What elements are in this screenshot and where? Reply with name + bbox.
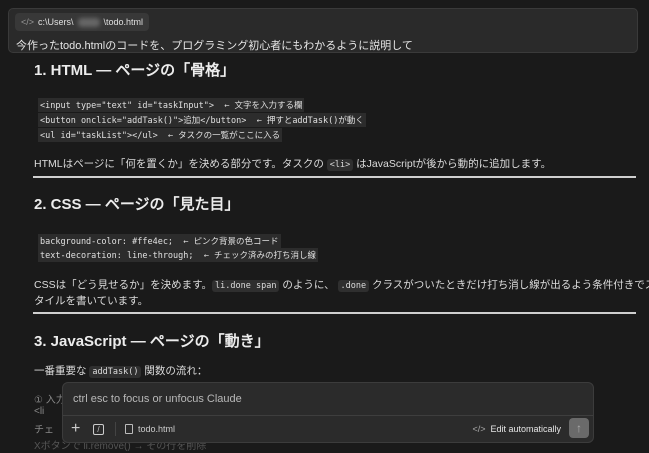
inline-code: addTask() [89, 366, 142, 378]
user-prompt-card: </> c:\Users\ \todo.html 今作ったtodo.htmlのコー… [8, 8, 638, 53]
code-icon: </> [472, 424, 486, 434]
message-input[interactable] [73, 393, 573, 405]
code-line: text-decoration: line-through; ← チェック済みの… [38, 248, 318, 262]
add-icon[interactable]: + [71, 419, 80, 439]
inline-code: <li> [326, 159, 354, 171]
code-line: <button onclick="addTask()">追加</button> … [38, 113, 366, 127]
prompt-text: 今作ったtodo.htmlのコードを、プログラミング初心者にもわかるように説明し… [16, 40, 413, 52]
file-attachment-chip[interactable]: </> c:\Users\ \todo.html [15, 13, 150, 31]
list-item: <li [34, 406, 45, 417]
redacted-username [77, 17, 100, 27]
paragraph: HTMLはページに「何を置くか」を決める部分です。タスクの <li> はJava… [34, 158, 552, 171]
divider [33, 176, 636, 178]
inline-code: li.done span [212, 280, 280, 292]
slash-icon: / [93, 423, 104, 435]
send-button[interactable]: ↑ [569, 418, 589, 438]
attached-file[interactable]: todo.html [125, 419, 175, 439]
divider [33, 312, 636, 314]
paragraph: CSSは「どう見せるか」を決めます。 li.done span のように、 .do… [34, 279, 649, 292]
code-line: background-color: #ffe4ec; ← ピンク背景の色コード [38, 234, 281, 248]
code-icon: </> [21, 17, 35, 27]
code-line: <ul id="taskList"></ul> ← タスクの一覧がここに入る [38, 128, 283, 142]
arrow-up-icon: ↑ [576, 421, 582, 435]
code-line: <input type="text" id="taskInput"> ← 文字を… [38, 98, 305, 112]
file-path-prefix: c:\Users\ [38, 17, 74, 27]
inline-code: .done [337, 280, 370, 292]
list-item: ① 入力 [34, 395, 66, 406]
slash-command-button[interactable]: / [93, 419, 104, 439]
file-icon [125, 424, 133, 434]
edit-mode-button[interactable]: </> Edit automatically [472, 419, 561, 439]
paragraph: 一番重要な addTask() 関数の流れ： [34, 365, 208, 378]
section-heading-html: 1. HTML — ページの「骨格」 [34, 62, 236, 79]
toolbar-separator [115, 422, 116, 436]
paragraph-continued: タイルを書いています。 [34, 295, 149, 307]
section-heading-js: 3. JavaScript — ページの「動き」 [34, 333, 270, 350]
chat-composer: + / todo.html </>Edit automatically ↑ [62, 382, 594, 443]
section-heading-css: 2. CSS — ページの「見た目」 [34, 196, 240, 213]
divider [63, 415, 593, 416]
file-path-suffix: \todo.html [103, 17, 144, 27]
list-item: チェ [34, 425, 54, 436]
